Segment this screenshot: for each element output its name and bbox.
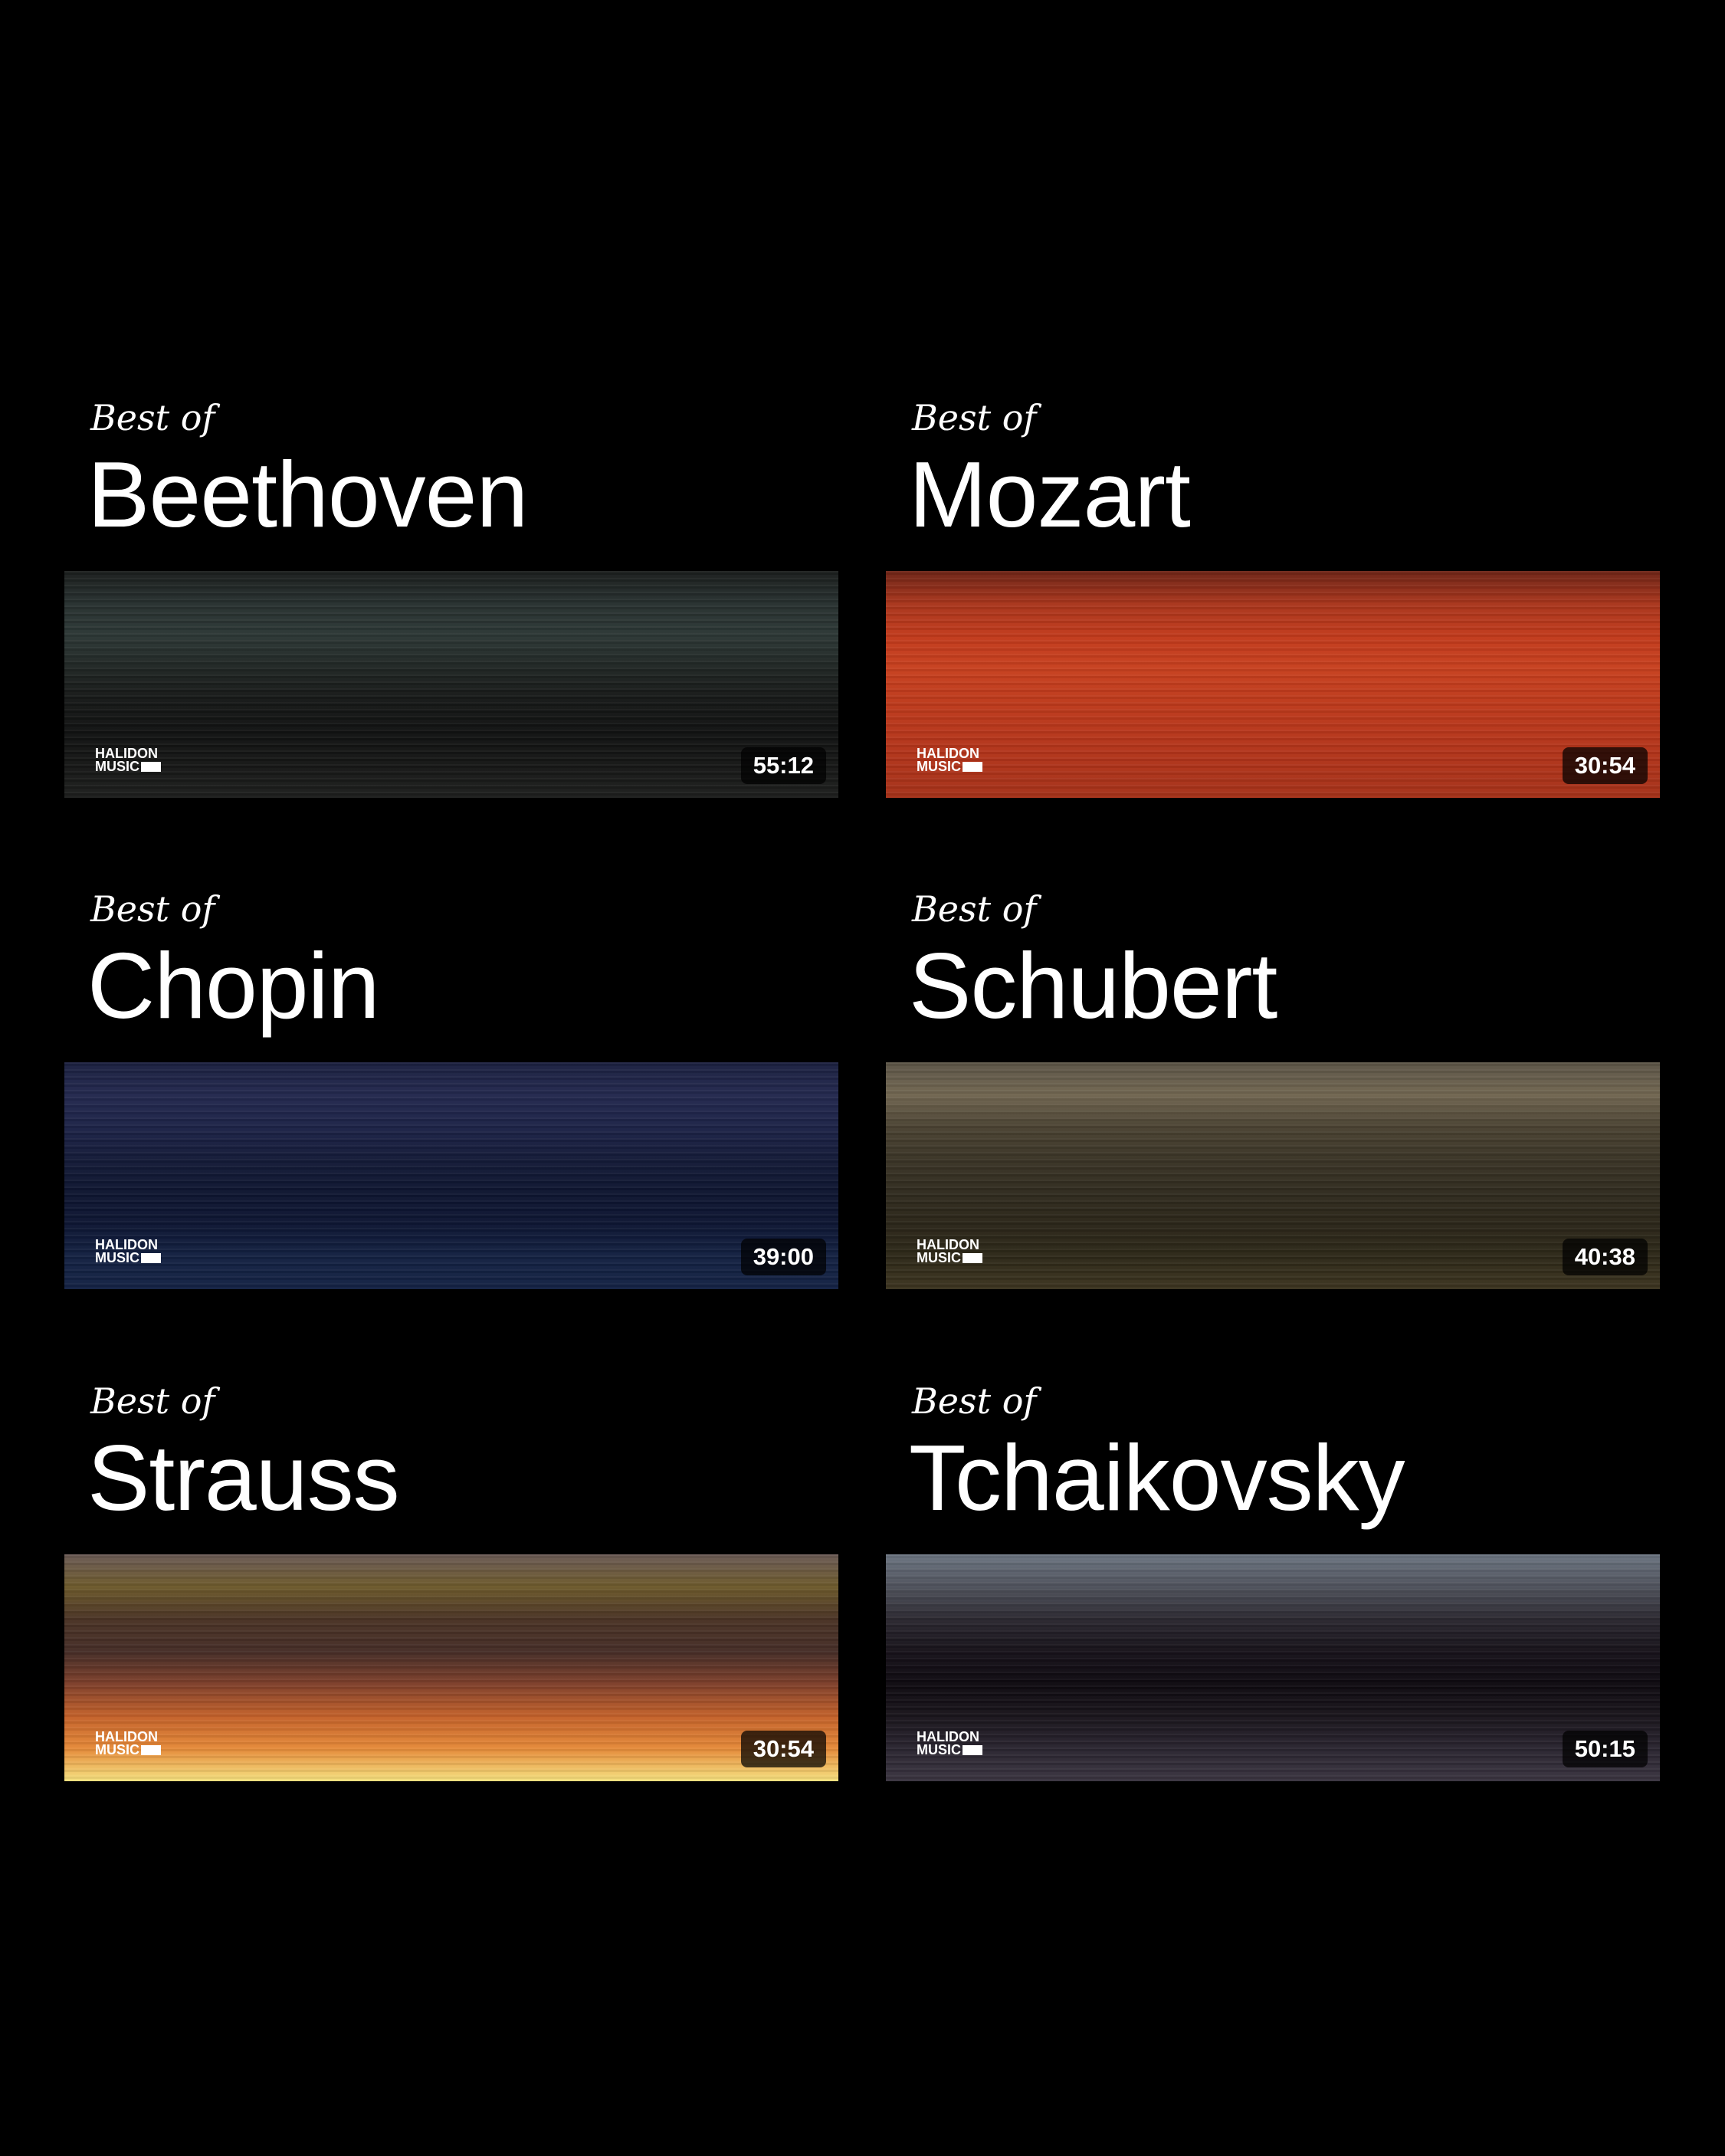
halidon-music-logo: HALIDON MUSIC bbox=[917, 1238, 1008, 1266]
logo-box-icon bbox=[141, 762, 161, 772]
halidon-music-logo: HALIDON MUSIC bbox=[95, 747, 187, 775]
composer-title[interactable]: Mozart bbox=[909, 441, 1191, 548]
playlist-card-mozart: Best of Mozart HALIDON MUSIC 30:54 bbox=[886, 395, 1660, 798]
card-prefix: Best of bbox=[90, 1380, 215, 1422]
logo-line2: MUSIC bbox=[95, 759, 139, 774]
card-prefix: Best of bbox=[912, 397, 1037, 438]
duration-badge: 30:54 bbox=[1562, 747, 1648, 784]
card-heading: Best of Chopin bbox=[64, 886, 838, 1062]
card-prefix: Best of bbox=[90, 888, 215, 930]
composer-title[interactable]: Schubert bbox=[909, 932, 1277, 1039]
video-thumbnail[interactable]: HALIDON MUSIC 40:38 bbox=[886, 1062, 1660, 1289]
playlist-card-tchaikovsky: Best of Tchaikovsky HALIDON MUSIC 50:15 bbox=[886, 1378, 1660, 1781]
logo-box-icon bbox=[141, 1745, 161, 1755]
playlist-card-chopin: Best of Chopin HALIDON MUSIC 39:00 bbox=[64, 886, 838, 1289]
halidon-music-logo: HALIDON MUSIC bbox=[95, 1730, 187, 1758]
duration-badge: 50:15 bbox=[1562, 1731, 1648, 1767]
logo-box-icon bbox=[141, 1253, 161, 1263]
logo-line2: MUSIC bbox=[917, 1250, 961, 1265]
logo-box-icon bbox=[963, 1745, 982, 1755]
card-heading: Best of Tchaikovsky bbox=[886, 1378, 1660, 1554]
composer-title[interactable]: Tchaikovsky bbox=[909, 1424, 1405, 1531]
duration-badge: 39:00 bbox=[740, 1239, 826, 1275]
video-thumbnail[interactable]: HALIDON MUSIC 30:54 bbox=[886, 571, 1660, 798]
card-prefix: Best of bbox=[912, 888, 1037, 930]
logo-line2: MUSIC bbox=[917, 1742, 961, 1757]
composer-title[interactable]: Beethoven bbox=[87, 441, 528, 548]
halidon-music-logo: HALIDON MUSIC bbox=[95, 1238, 187, 1266]
card-prefix: Best of bbox=[90, 397, 215, 438]
video-thumbnail[interactable]: HALIDON MUSIC 55:12 bbox=[64, 571, 838, 798]
logo-line2: MUSIC bbox=[917, 759, 961, 774]
playlist-card-strauss: Best of Strauss HALIDON MUSIC 30:54 bbox=[64, 1378, 838, 1781]
video-thumbnail[interactable]: HALIDON MUSIC 30:54 bbox=[64, 1554, 838, 1781]
halidon-music-logo: HALIDON MUSIC bbox=[917, 747, 1008, 775]
composer-title[interactable]: Strauss bbox=[87, 1424, 400, 1531]
card-heading: Best of Beethoven bbox=[64, 395, 838, 571]
logo-box-icon bbox=[963, 762, 982, 772]
duration-badge: 55:12 bbox=[740, 747, 826, 784]
logo-box-icon bbox=[963, 1253, 982, 1263]
video-thumbnail[interactable]: HALIDON MUSIC 39:00 bbox=[64, 1062, 838, 1289]
card-prefix: Best of bbox=[912, 1380, 1037, 1422]
card-heading: Best of Schubert bbox=[886, 886, 1660, 1062]
duration-badge: 40:38 bbox=[1562, 1239, 1648, 1275]
playlist-card-beethoven: Best of Beethoven HALIDON MUSIC 55:12 bbox=[64, 395, 838, 798]
duration-badge: 30:54 bbox=[740, 1731, 826, 1767]
card-heading: Best of Strauss bbox=[64, 1378, 838, 1554]
card-heading: Best of Mozart bbox=[886, 395, 1660, 571]
composer-title[interactable]: Chopin bbox=[87, 932, 380, 1039]
logo-line2: MUSIC bbox=[95, 1250, 139, 1265]
halidon-music-logo: HALIDON MUSIC bbox=[917, 1730, 1008, 1758]
playlist-card-schubert: Best of Schubert HALIDON MUSIC 40:38 bbox=[886, 886, 1660, 1289]
logo-line2: MUSIC bbox=[95, 1742, 139, 1757]
video-thumbnail[interactable]: HALIDON MUSIC 50:15 bbox=[886, 1554, 1660, 1781]
